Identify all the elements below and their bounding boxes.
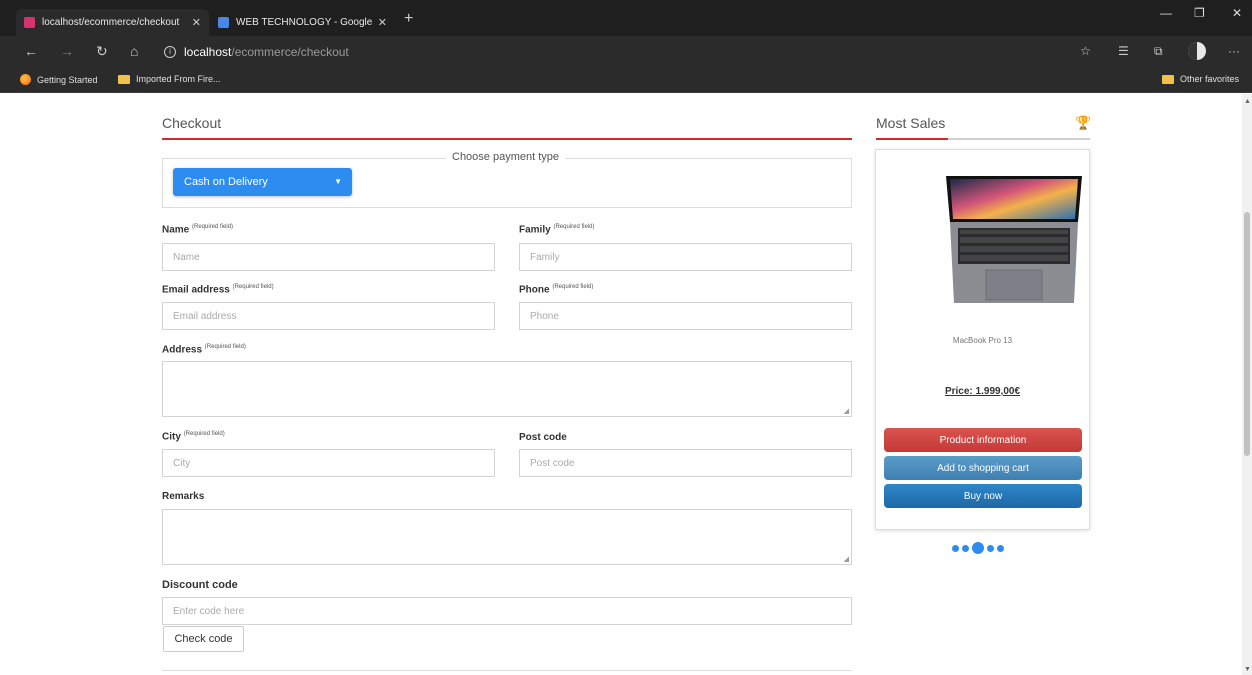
product-image[interactable] — [940, 176, 1084, 308]
tab-bar: localhost/ecommerce/checkout ✕ WEB TECHN… — [0, 0, 1252, 36]
buy-now-button[interactable]: Buy now — [884, 484, 1082, 508]
carousel-dot[interactable] — [987, 544, 994, 552]
trophy-icon: 🏆 — [1075, 115, 1092, 130]
carousel-dot-active[interactable] — [972, 542, 984, 554]
product-name[interactable]: MacBook Pro 13 — [875, 336, 1090, 345]
bookmark-imported[interactable]: Imported From Fire... — [118, 74, 221, 84]
resize-grip-icon[interactable]: ◢ — [844, 407, 849, 415]
bookmark-label: Other favorites — [1180, 74, 1240, 84]
product-price: Price: 1.999,00€ — [944, 386, 1021, 397]
maximize-icon[interactable]: ❐ — [1194, 6, 1205, 20]
family-input[interactable]: Family — [519, 243, 852, 271]
carousel-pagination — [952, 542, 1004, 554]
profile-avatar-icon[interactable] — [1188, 42, 1206, 60]
address-bar[interactable]: i localhost /ecommerce/checkout — [164, 41, 1072, 63]
refresh-icon[interactable]: ↻ — [96, 43, 108, 60]
close-window-icon[interactable]: ✕ — [1232, 6, 1242, 20]
postcode-input[interactable]: Post code — [519, 449, 852, 477]
bookmark-label: Imported From Fire... — [136, 74, 221, 84]
home-icon[interactable]: ⌂ — [130, 43, 138, 59]
email-input[interactable]: Email address — [162, 302, 495, 330]
minimize-icon[interactable]: — — [1160, 6, 1172, 20]
most-sales-title: Most Sales — [876, 115, 946, 131]
close-tab-icon[interactable]: ✕ — [192, 16, 201, 29]
carousel-dot[interactable] — [952, 544, 959, 552]
scroll-up-icon[interactable]: ▲ — [1244, 98, 1251, 105]
tab-title: localhost/ecommerce/checkout — [42, 17, 180, 28]
name-label: Name (Required field) — [162, 224, 234, 236]
folder-icon — [1162, 74, 1174, 84]
city-label: City (Required field) — [162, 431, 225, 443]
checkout-divider — [162, 138, 852, 140]
table-top-border — [162, 670, 852, 675]
forward-icon[interactable]: → — [60, 43, 74, 59]
discount-input[interactable]: Enter code here — [162, 597, 852, 625]
checkout-title: Checkout — [162, 115, 222, 131]
site-info-icon[interactable]: i — [164, 46, 176, 58]
check-code-button[interactable]: Check code — [163, 626, 244, 652]
close-tab-icon[interactable]: ✕ — [378, 16, 387, 29]
new-tab-icon[interactable]: + — [404, 10, 413, 28]
payment-selected-label: Cash on Delivery — [184, 176, 268, 188]
page-favicon-icon — [24, 17, 35, 28]
tab-checkout[interactable]: localhost/ecommerce/checkout ✕ — [16, 9, 209, 36]
remarks-textarea[interactable]: ◢ — [162, 509, 852, 565]
product-information-button[interactable]: Product information — [884, 428, 1082, 452]
add-to-cart-button[interactable]: Add to shopping cart — [884, 456, 1082, 480]
phone-input[interactable]: Phone — [519, 302, 852, 330]
address-label: Address (Required field) — [162, 344, 246, 356]
tab-google-docs[interactable]: WEB TECHNOLOGY - Google Do ✕ — [210, 9, 395, 36]
phone-label: Phone (Required field) — [519, 284, 594, 296]
favorite-star-icon[interactable]: ☆ — [1080, 44, 1091, 58]
bookmark-getting-started[interactable]: Getting Started — [20, 74, 98, 85]
resize-grip-icon[interactable]: ◢ — [844, 555, 849, 563]
payment-legend: Choose payment type — [446, 151, 566, 163]
email-label: Email address (Required field) — [162, 284, 274, 296]
city-input[interactable]: City — [162, 449, 495, 477]
discount-label: Discount code — [162, 579, 238, 591]
collections-icon[interactable]: ⧉ — [1154, 44, 1163, 59]
remarks-label: Remarks — [162, 491, 205, 502]
carousel-dot[interactable] — [962, 544, 969, 552]
carousel-dot[interactable] — [997, 544, 1004, 552]
folder-icon — [118, 74, 130, 84]
most-sales-divider — [876, 138, 1090, 140]
scrollbar-thumb[interactable] — [1244, 212, 1250, 456]
postcode-label: Post code — [519, 432, 567, 443]
bookmark-label: Getting Started — [37, 74, 98, 85]
tab-title: WEB TECHNOLOGY - Google Do — [236, 17, 374, 28]
back-icon[interactable]: ← — [24, 43, 38, 59]
address-path: /ecommerce/checkout — [231, 45, 349, 59]
favorites-list-icon[interactable]: ☰ — [1118, 44, 1129, 58]
more-menu-icon[interactable]: ··· — [1228, 44, 1240, 58]
family-label: Family (Required field) — [519, 224, 595, 236]
docs-favicon-icon — [218, 17, 229, 28]
scroll-down-icon[interactable]: ▼ — [1244, 666, 1251, 673]
address-textarea[interactable]: ◢ — [162, 361, 852, 417]
payment-type-select[interactable]: Cash on Delivery ▼ — [173, 168, 352, 196]
bookmarks-bar: Getting Started Imported From Fire... Ot… — [0, 68, 1252, 93]
firefox-icon — [20, 74, 31, 85]
address-host: localhost — [184, 45, 232, 59]
name-input[interactable]: Name — [162, 243, 495, 271]
other-favorites[interactable]: Other favorites — [1162, 74, 1239, 84]
page-scrollbar[interactable]: ▲ ▼ — [1242, 94, 1252, 675]
page-content: Checkout Choose payment type Cash on Del… — [0, 94, 1252, 675]
nav-bar: ← → ↻ ⌂ i localhost /ecommerce/checkout … — [0, 36, 1252, 68]
caret-down-icon: ▼ — [334, 177, 342, 186]
